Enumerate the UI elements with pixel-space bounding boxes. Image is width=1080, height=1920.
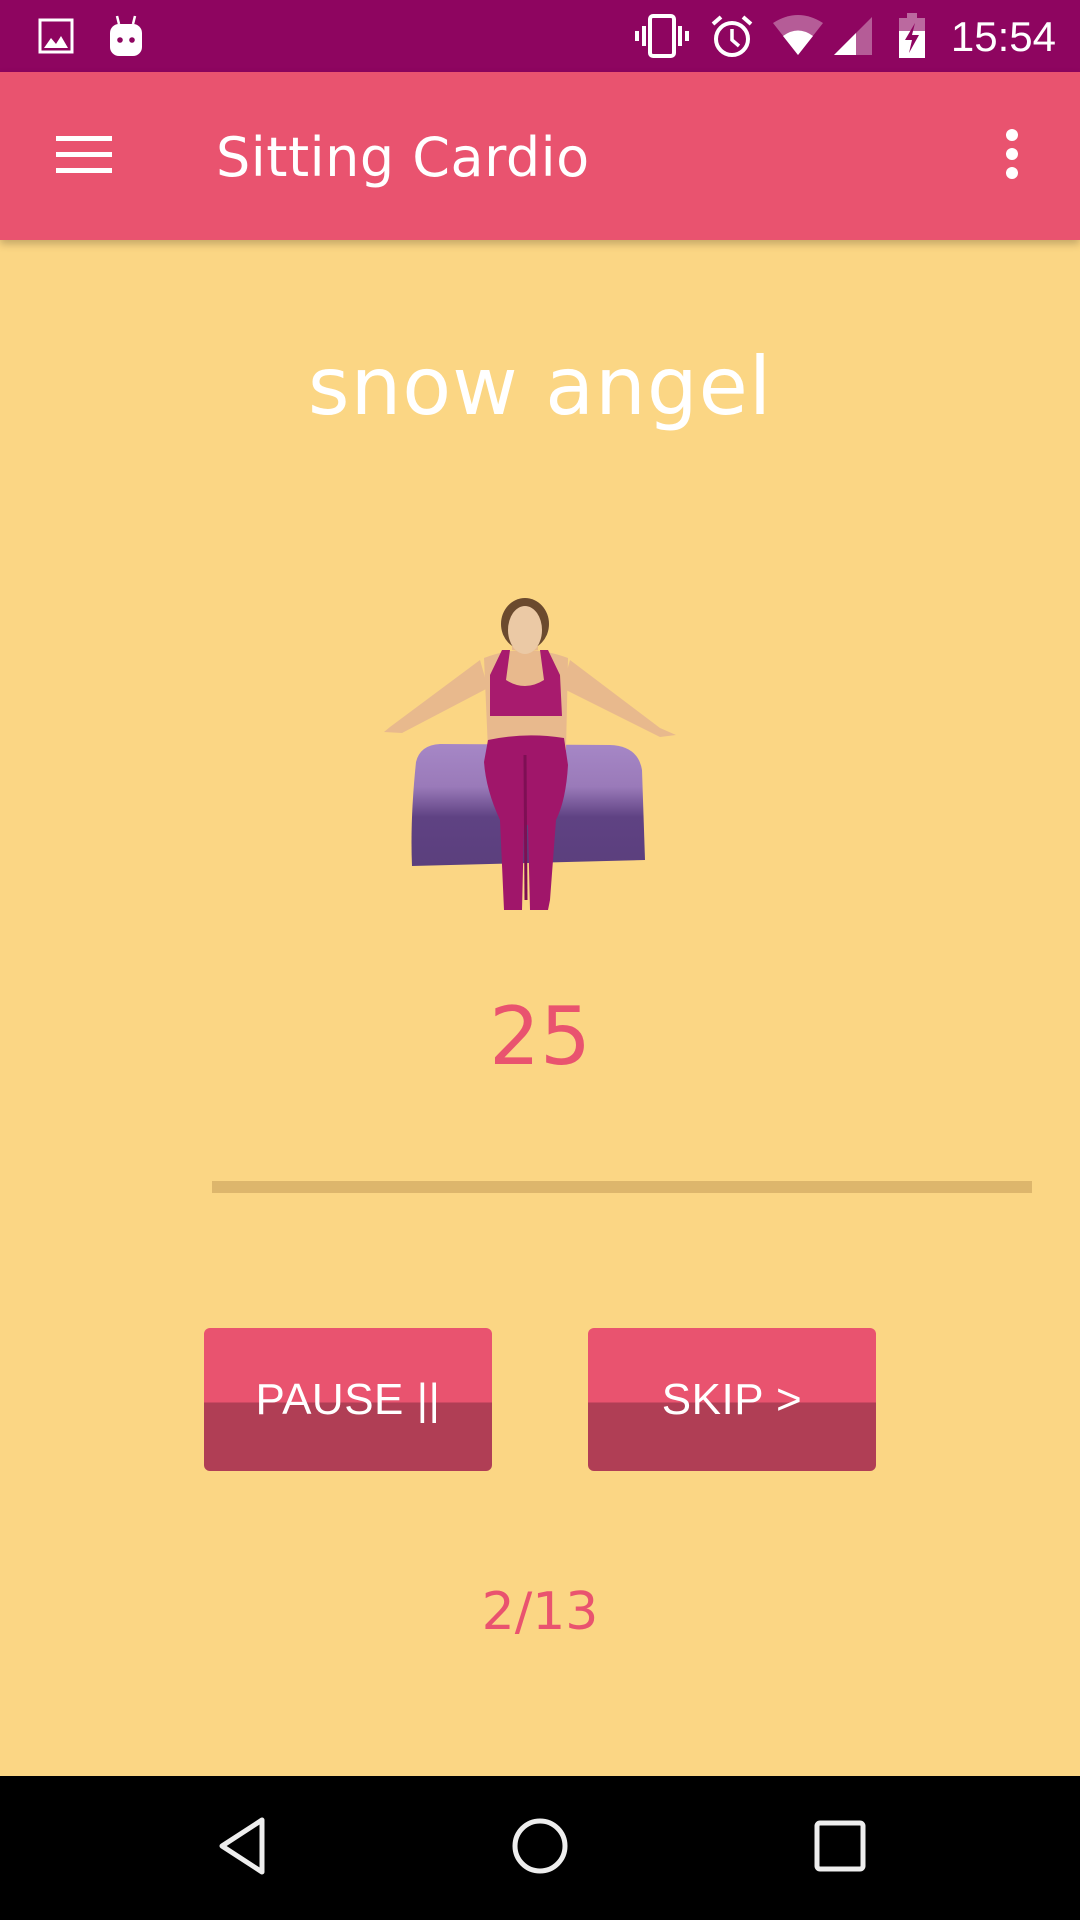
overflow-menu-button[interactable] — [968, 112, 1056, 200]
skip-button[interactable]: SKIP > — [588, 1328, 876, 1471]
vibrate-icon — [634, 0, 690, 72]
app-title: Sitting Cardio — [216, 126, 590, 189]
exercise-progress-bar — [212, 1181, 1032, 1193]
home-icon — [510, 1816, 570, 1880]
hamburger-menu-icon — [56, 134, 112, 178]
status-bar: 15:54 — [0, 0, 1080, 72]
exercise-timer: 25 — [489, 990, 591, 1083]
status-time: 15:54 — [950, 13, 1056, 60]
exercise-illustration — [380, 580, 700, 920]
gallery-icon — [36, 0, 76, 72]
back-icon — [214, 1816, 270, 1880]
alarm-icon — [708, 0, 756, 72]
android-debug-icon — [106, 0, 146, 72]
recents-icon — [813, 1819, 867, 1877]
step-counter: 2/13 — [481, 1582, 599, 1642]
wifi-icon — [772, 0, 824, 72]
recents-button[interactable] — [790, 1798, 890, 1898]
navigation-bar — [0, 1776, 1080, 1920]
pause-button[interactable]: PAUSE || — [204, 1328, 492, 1471]
more-vert-icon — [1005, 129, 1019, 183]
app-bar: Sitting Cardio — [0, 72, 1080, 240]
cell-signal-icon — [832, 0, 874, 72]
back-button[interactable] — [192, 1798, 292, 1898]
home-button[interactable] — [490, 1798, 590, 1898]
battery-charging-icon — [896, 0, 928, 72]
exercise-name: snow angel — [307, 340, 773, 433]
menu-button[interactable] — [40, 112, 128, 200]
